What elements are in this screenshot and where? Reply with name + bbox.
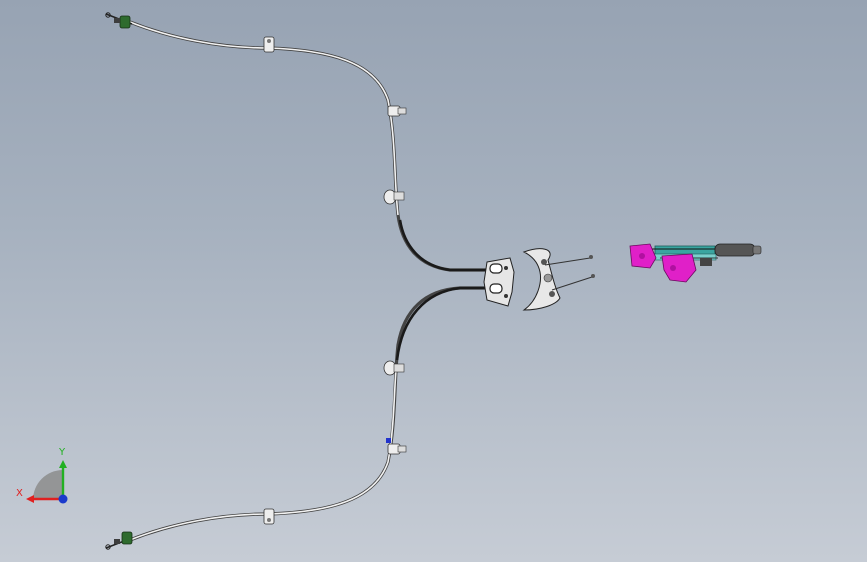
cad-model-view[interactable]: X Y xyxy=(0,0,867,562)
lower-cable-end-fitting[interactable] xyxy=(105,531,133,550)
cable-clip[interactable] xyxy=(263,508,275,525)
crescent-equalizer-plate[interactable] xyxy=(522,248,561,311)
lever-grip xyxy=(714,243,756,257)
y-axis-label: Y xyxy=(58,447,66,458)
cable-clip[interactable] xyxy=(383,189,405,205)
upper-cable-end-fitting[interactable] xyxy=(105,12,133,29)
upper-cable-conduit xyxy=(398,219,495,272)
marker-point xyxy=(386,438,391,443)
equalizer-bracket[interactable] xyxy=(483,257,515,307)
cable-clip[interactable] xyxy=(263,36,275,53)
upper-cable[interactable] xyxy=(129,20,495,272)
cable-clip[interactable] xyxy=(383,360,405,376)
z-axis-dot xyxy=(58,494,68,504)
cable-clip[interactable] xyxy=(387,105,407,117)
graphics-viewport[interactable]: X Y xyxy=(0,0,867,562)
coordinate-triad: X Y xyxy=(16,447,68,504)
lower-cable-conduit xyxy=(395,286,495,361)
x-axis-label: X xyxy=(16,488,23,499)
lower-cable[interactable] xyxy=(129,286,495,542)
cable-clip[interactable] xyxy=(386,438,407,455)
parking-brake-lever-assembly[interactable] xyxy=(629,243,762,283)
